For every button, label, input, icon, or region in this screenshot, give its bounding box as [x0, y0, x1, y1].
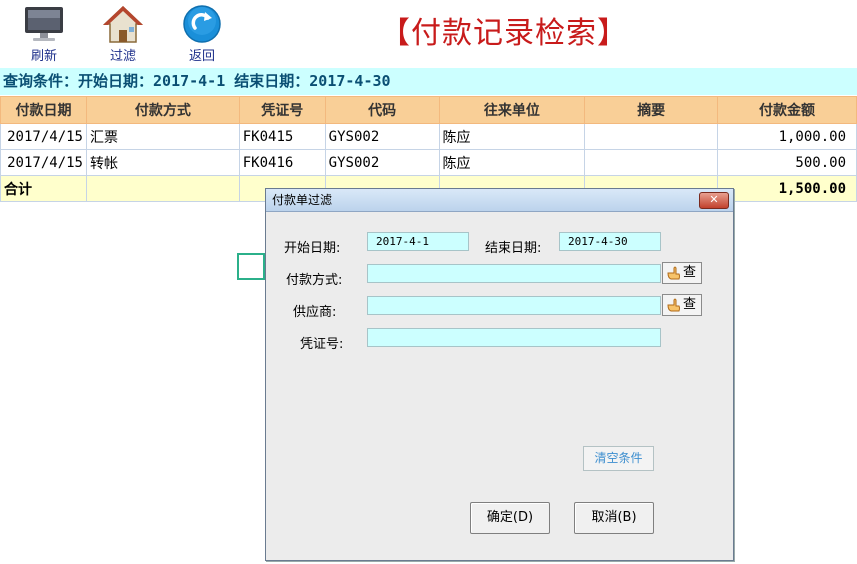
pointing-hand-icon: [667, 266, 680, 280]
back-button[interactable]: 返回: [172, 4, 232, 64]
start-date-field[interactable]: 2017-4-1: [367, 232, 469, 251]
back-label: 返回: [188, 49, 215, 64]
supplier-field[interactable]: [367, 296, 661, 315]
filter-button[interactable]: 过滤: [93, 4, 153, 64]
refresh-button[interactable]: 刷新: [14, 4, 74, 64]
lookup-label: 查: [682, 297, 696, 312]
monitor-icon: [25, 7, 63, 41]
column-header-amount[interactable]: 付款金额: [717, 96, 857, 124]
table-header-row: 付款日期 付款方式 凭证号 代码 往来单位 摘要 付款金额: [0, 96, 857, 124]
cell-voucher: FK0416: [238, 149, 326, 176]
cell-method: 汇票: [85, 123, 240, 150]
column-header-party[interactable]: 往来单位: [438, 96, 586, 124]
filter-dialog: 付款单过滤 ✕ 开始日期: 2017-4-1 结束日期: 2017-4-30 付…: [265, 188, 734, 561]
end-date-field[interactable]: 2017-4-30: [559, 232, 661, 251]
supplier-lookup-button[interactable]: 查: [662, 294, 702, 316]
start-date-label: 开始日期:: [284, 241, 341, 256]
refresh-label: 刷新: [30, 49, 57, 64]
total-label: 合计: [0, 175, 87, 202]
total-empty-cell: [85, 175, 240, 202]
cell-summary: [584, 123, 719, 150]
ok-button[interactable]: 确定(D): [470, 502, 550, 534]
cell-summary: [584, 149, 719, 176]
focus-rectangle: [237, 253, 265, 280]
cancel-button[interactable]: 取消(B): [574, 502, 654, 534]
column-header-voucher[interactable]: 凭证号: [238, 96, 326, 124]
dialog-title-bar[interactable]: 付款单过滤 ✕: [266, 189, 733, 212]
query-conditions: 查询条件：开始日期：2017-4-1 结束日期：2017-4-30: [0, 68, 857, 95]
payment-method-lookup-button[interactable]: 查: [662, 262, 702, 284]
pointing-hand-icon: [667, 298, 680, 312]
cell-party: 陈应: [438, 149, 586, 176]
dialog-title: 付款单过滤: [272, 193, 333, 207]
clear-conditions-button[interactable]: 清空条件: [583, 446, 654, 471]
page-title: 【付款记录检索】: [380, 16, 628, 51]
cell-amount: 1,000.00: [717, 123, 857, 150]
lookup-label: 查: [682, 265, 696, 280]
supplier-label: 供应商:: [293, 305, 337, 320]
total-amount: 1,500.00: [717, 175, 857, 202]
cell-amount: 500.00: [717, 149, 857, 176]
cell-code: GYS002: [324, 123, 440, 150]
table-row[interactable]: 2017/4/15 汇票 FK0415 GYS002 陈应 1,000.00: [0, 123, 857, 150]
cell-voucher: FK0415: [238, 123, 326, 150]
payment-method-label: 付款方式:: [286, 273, 343, 288]
cell-code: GYS002: [324, 149, 440, 176]
table-row[interactable]: 2017/4/15 转帐 FK0416 GYS002 陈应 500.00: [0, 149, 857, 176]
cell-party: 陈应: [438, 123, 586, 150]
voucher-field[interactable]: [367, 328, 661, 347]
filter-label: 过滤: [109, 49, 136, 64]
end-date-label: 结束日期:: [485, 241, 542, 256]
return-arrow-icon: [183, 5, 221, 43]
column-header-code[interactable]: 代码: [324, 96, 440, 124]
payment-records-table: 付款日期 付款方式 凭证号 代码 往来单位 摘要 付款金额 2017/4/15 …: [0, 96, 857, 202]
voucher-label: 凭证号:: [300, 337, 344, 352]
column-header-date[interactable]: 付款日期: [0, 96, 87, 124]
close-icon[interactable]: ✕: [699, 192, 729, 209]
cell-method: 转帐: [85, 149, 240, 176]
cell-date: 2017/4/15: [0, 123, 87, 150]
column-header-summary[interactable]: 摘要: [584, 96, 719, 124]
cell-date: 2017/4/15: [0, 149, 87, 176]
column-header-method[interactable]: 付款方式: [85, 96, 240, 124]
house-icon: [103, 5, 143, 43]
payment-method-field[interactable]: [367, 264, 661, 283]
